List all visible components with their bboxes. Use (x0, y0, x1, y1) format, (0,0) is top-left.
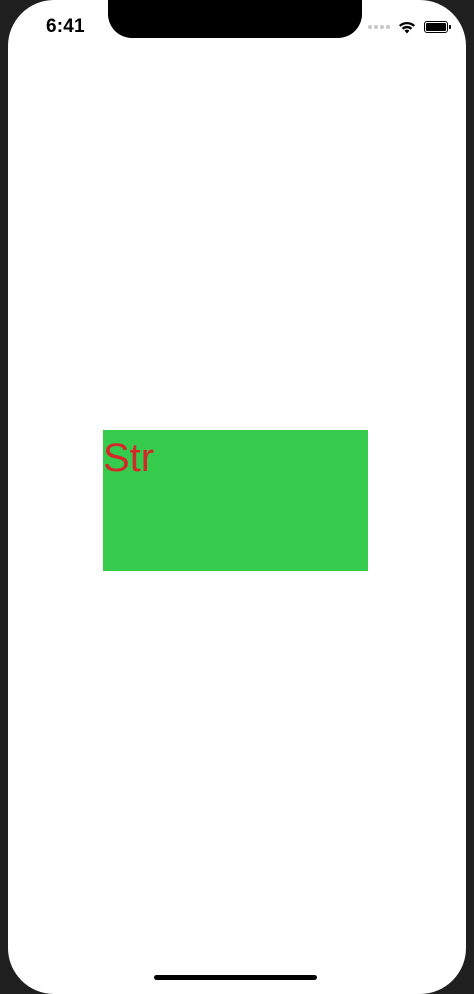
notch (108, 0, 362, 38)
status-time: 6:41 (46, 16, 85, 37)
battery-full-icon (424, 21, 451, 33)
view-label: Str (103, 436, 155, 480)
status-icons (368, 16, 451, 38)
signal-dots-icon (368, 25, 390, 29)
device-frame: 6:41 Str (0, 0, 474, 994)
green-view: Str (103, 430, 368, 571)
home-indicator[interactable] (154, 975, 317, 980)
screen: 6:41 Str (8, 0, 466, 994)
wifi-icon (398, 21, 416, 34)
